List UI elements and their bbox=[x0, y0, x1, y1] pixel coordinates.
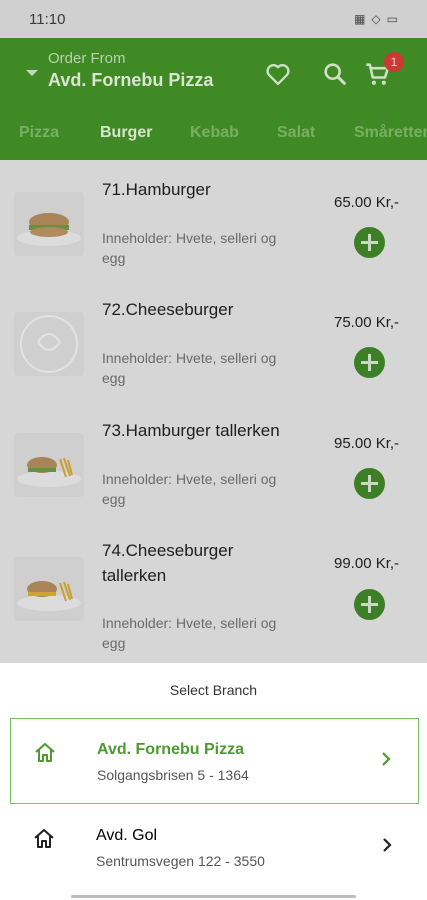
product-image bbox=[14, 433, 84, 497]
product-description: Inneholder: Hvete, selleri og egg bbox=[102, 230, 277, 266]
home-icon bbox=[34, 829, 54, 848]
product-description: Inneholder: Hvete, selleri og egg bbox=[102, 350, 277, 386]
product-image-placeholder bbox=[14, 312, 84, 376]
tab-smaretter[interactable]: Småretter bbox=[354, 124, 427, 142]
search-icon[interactable] bbox=[321, 60, 349, 88]
status-time: 11:10 bbox=[29, 10, 66, 28]
add-to-cart-button[interactable] bbox=[354, 227, 385, 258]
status-icons: ▦ ◇ ▭ bbox=[354, 12, 398, 26]
home-indicator bbox=[71, 895, 356, 898]
add-to-cart-button[interactable] bbox=[354, 589, 385, 620]
cart-count-badge: 1 bbox=[384, 52, 404, 72]
select-branch-sheet: Select Branch Avd. Fornebu Pizza Solgang… bbox=[0, 663, 427, 900]
signal-icon: ▦ bbox=[354, 12, 366, 26]
chevron-right-icon bbox=[383, 838, 392, 852]
app-header: Order From Avd. Fornebu Pizza 1 Pizza Bu… bbox=[0, 38, 427, 160]
branch-option-gol[interactable]: Avd. Gol Sentrumsvegen 122 - 3550 bbox=[10, 805, 419, 891]
product-image bbox=[14, 557, 84, 621]
product-name: 72.Cheeseburger bbox=[102, 300, 234, 319]
add-to-cart-button[interactable] bbox=[354, 468, 385, 499]
wifi-icon: ◇ bbox=[371, 12, 381, 26]
product-price: 75.00 Kr,- bbox=[334, 314, 400, 331]
tab-salat[interactable]: Salat bbox=[277, 124, 315, 142]
product-name: 74.Cheeseburger tallerken bbox=[102, 541, 234, 585]
branch-name: Avd. Fornebu Pizza bbox=[97, 741, 244, 758]
product-description: Inneholder: Hvete, selleri og egg bbox=[102, 615, 277, 651]
cart-button[interactable]: 1 bbox=[364, 52, 404, 88]
product-price: 65.00 Kr,- bbox=[334, 194, 400, 211]
add-to-cart-button[interactable] bbox=[354, 347, 385, 378]
tab-pizza[interactable]: Pizza bbox=[19, 124, 59, 142]
status-bar: 11:10 ▦ ◇ ▭ bbox=[0, 0, 427, 38]
tab-kebab[interactable]: Kebab bbox=[190, 124, 239, 142]
product-name: 71.Hamburger bbox=[102, 180, 211, 199]
product-description: Inneholder: Hvete, selleri og egg bbox=[102, 471, 277, 507]
branch-address: Sentrumsvegen 122 - 3550 bbox=[96, 853, 265, 869]
product-name: 73.Hamburger tallerken bbox=[102, 421, 280, 440]
branch-option-fornebu[interactable]: Avd. Fornebu Pizza Solgangsbrisen 5 - 13… bbox=[10, 718, 419, 804]
product-image bbox=[14, 192, 84, 256]
branch-address: Solgangsbrisen 5 - 1364 bbox=[97, 767, 249, 783]
product-price: 99.00 Kr,- bbox=[334, 555, 400, 572]
home-icon bbox=[35, 743, 55, 762]
product-list: 71.Hamburger Inneholder: Hvete, selleri … bbox=[0, 160, 427, 663]
order-from-label: Order From bbox=[48, 50, 126, 67]
sheet-title: Select Branch bbox=[169, 682, 258, 698]
chevron-right-icon bbox=[382, 752, 391, 766]
tab-burger[interactable]: Burger bbox=[100, 124, 152, 142]
category-tabs: Pizza Burger Kebab Salat Småretter bbox=[0, 122, 427, 152]
battery-icon: ▭ bbox=[386, 12, 398, 26]
caret-down-icon bbox=[26, 70, 38, 76]
branch-selector[interactable]: Order From Avd. Fornebu Pizza bbox=[26, 50, 213, 92]
current-branch-name: Avd. Fornebu Pizza bbox=[48, 70, 214, 90]
product-price: 95.00 Kr,- bbox=[334, 435, 400, 452]
branch-name: Avd. Gol bbox=[96, 827, 158, 844]
heart-icon[interactable] bbox=[264, 60, 292, 88]
